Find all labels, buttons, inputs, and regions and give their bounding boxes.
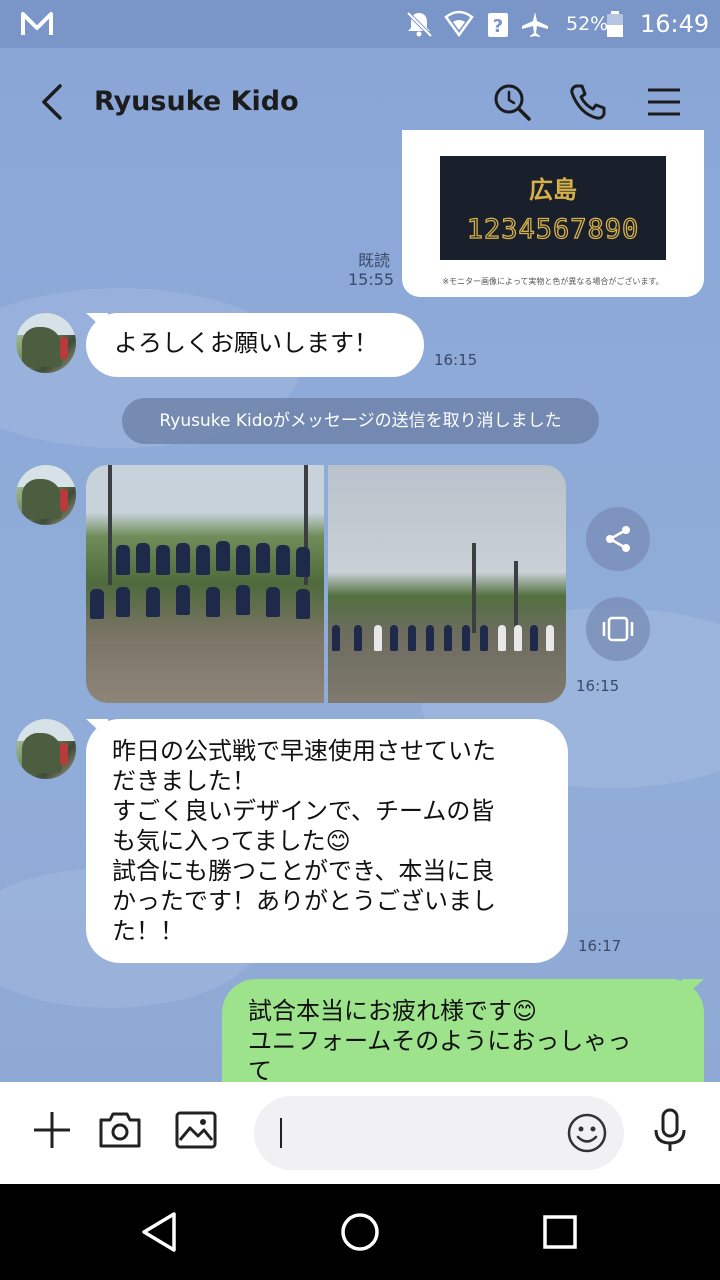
hamburger-menu-icon[interactable]	[644, 82, 684, 122]
message-time: 15:55	[348, 270, 395, 289]
read-receipt: 既読	[358, 251, 391, 270]
message-input[interactable]	[278, 1116, 558, 1150]
message-text: 試合本当にお疲れ様です😊 ユニフォームそのようにおっしゃっ て	[248, 997, 632, 1085]
message-time: 16:17	[578, 937, 622, 955]
message-text: 昨日の公式戦で早速使用させていた だきました！ すごく良いデザインで、チームの皆…	[112, 737, 496, 945]
image-icon[interactable]	[172, 1106, 220, 1154]
phone-icon[interactable]	[568, 82, 608, 122]
status-bar: ? 52% 16:49	[0, 0, 720, 48]
microphone-icon[interactable]	[646, 1106, 694, 1154]
back-chevron-icon[interactable]	[34, 82, 70, 122]
unsend-notice: Ryusuke Kidoがメッセージの送信を取り消しました	[122, 398, 599, 444]
smiley-icon[interactable]	[566, 1112, 608, 1154]
wifi-icon	[444, 10, 474, 38]
recents-square-icon[interactable]	[536, 1208, 584, 1256]
message-text: よろしくお願いします！	[114, 329, 378, 357]
battery-percent: 52%	[566, 13, 609, 35]
camera-icon[interactable]	[96, 1106, 144, 1154]
uniform-name-preview: 広島 1234567890	[440, 156, 666, 260]
message-input-field[interactable]	[254, 1096, 624, 1170]
received-message-bubble[interactable]: よろしくお願いします！	[86, 313, 424, 377]
contact-name[interactable]: Ryusuke Kido	[94, 86, 299, 117]
share-icon	[606, 526, 630, 552]
message-time: 16:15	[434, 351, 478, 369]
battery-icon	[607, 11, 623, 37]
card-kanji: 広島	[529, 176, 577, 204]
avatar[interactable]	[16, 719, 76, 779]
team-photo-2[interactable]	[328, 465, 566, 703]
card-numbers: 1234567890	[466, 213, 640, 245]
avatar[interactable]	[16, 465, 76, 525]
avatar[interactable]	[16, 313, 76, 373]
search-icon[interactable]	[492, 82, 532, 122]
received-message-bubble[interactable]: 昨日の公式戦で早速使用させていた だきました！ すごく良いデザインで、チームの皆…	[86, 719, 568, 963]
save-to-album-button[interactable]	[586, 597, 650, 661]
card-note: ※モニター画像によって実物と色が異なる場合がございます。	[442, 277, 664, 286]
plus-icon[interactable]	[28, 1106, 76, 1154]
system-navigation-bar	[0, 1184, 720, 1280]
message-time: 16:15	[576, 677, 620, 695]
airplane-mode-icon	[522, 12, 548, 37]
notifications-off-icon	[406, 11, 433, 38]
back-triangle-icon[interactable]	[136, 1208, 184, 1256]
album-icon	[602, 616, 634, 642]
message-input-bar	[0, 1082, 720, 1184]
unknown-network-icon: ?	[488, 13, 508, 37]
home-circle-icon[interactable]	[336, 1208, 384, 1256]
clock: 16:49	[640, 10, 710, 38]
svg-text:?: ?	[493, 16, 503, 37]
m-logo-icon	[21, 12, 53, 35]
text-cursor	[280, 1118, 282, 1148]
sent-image-card[interactable]: 広島 1234567890 ※モニター画像によって実物と色が異なる場合がございま…	[402, 130, 704, 297]
team-photo-1[interactable]	[86, 465, 324, 703]
share-button[interactable]	[586, 507, 650, 571]
